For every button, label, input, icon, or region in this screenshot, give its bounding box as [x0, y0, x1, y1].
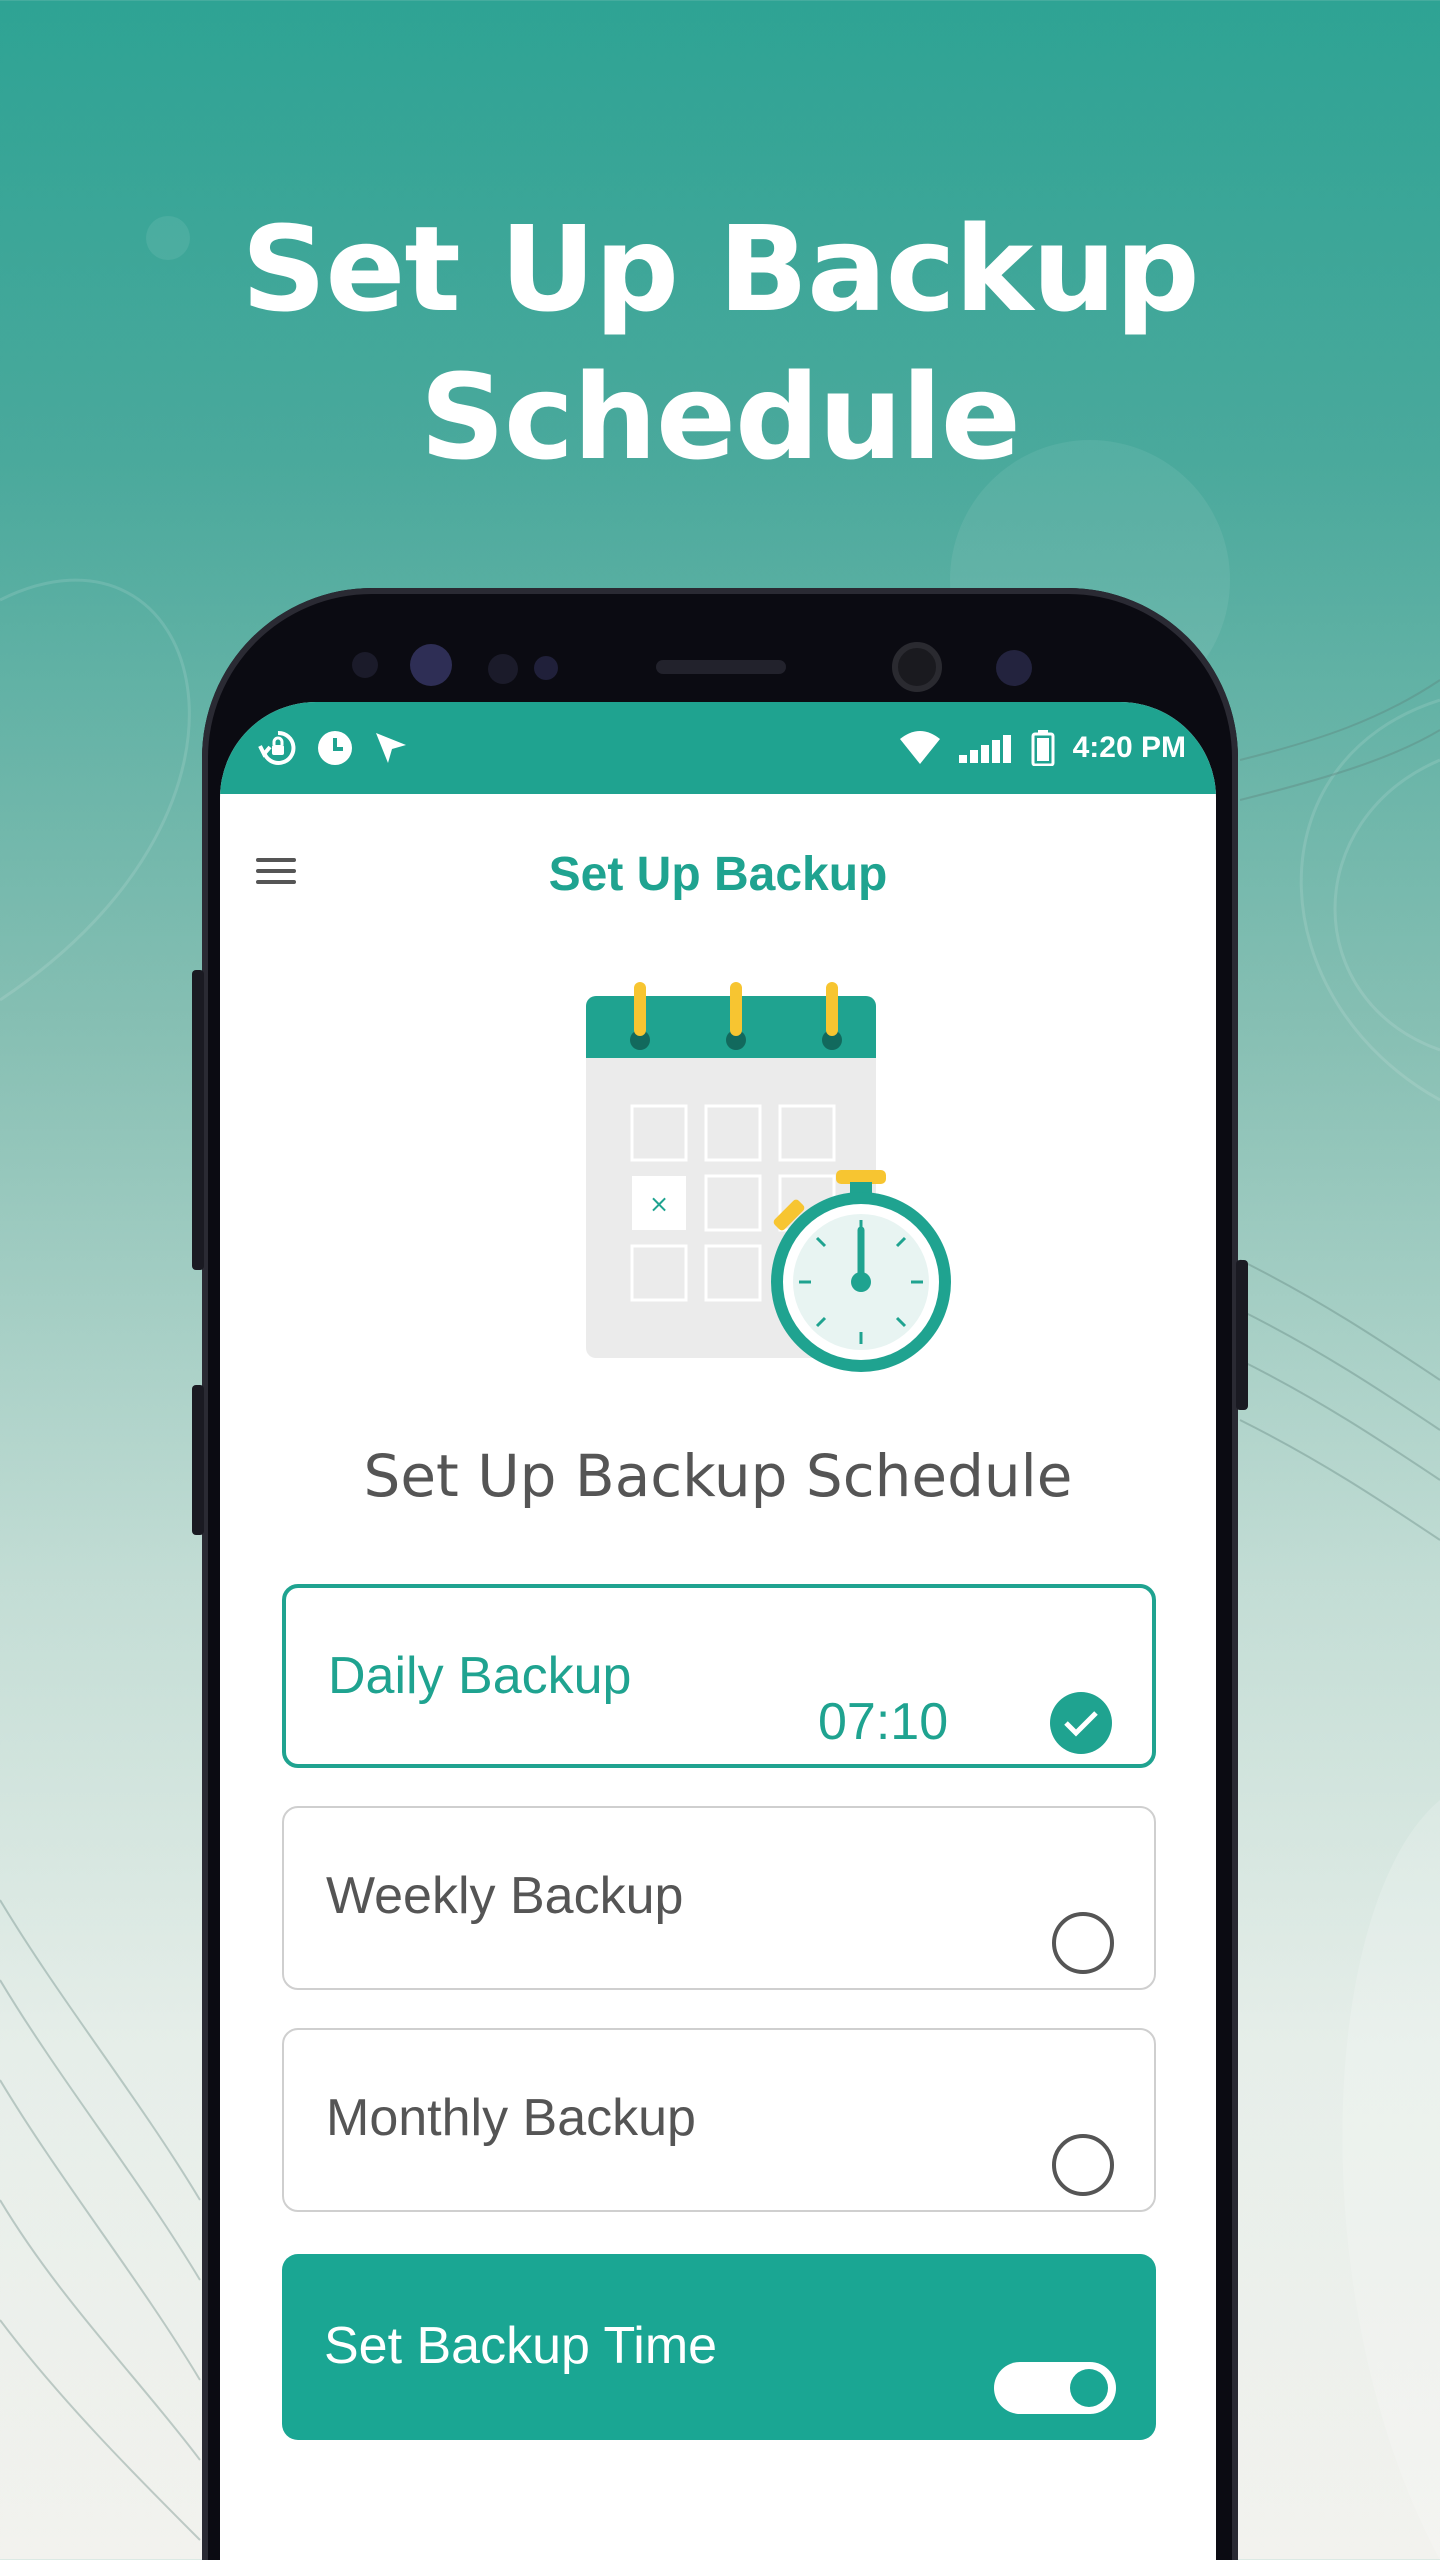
option-label: Weekly Backup — [326, 1867, 684, 1925]
set-backup-time-button[interactable]: Set Backup Time — [282, 2254, 1156, 2440]
clock-icon — [318, 731, 352, 765]
headline-line-2: Schedule — [420, 348, 1021, 486]
phone-screen: 4:20 PM Set Up Backup × Set Up Backup Sc… — [220, 702, 1216, 2560]
hamburger-menu-icon[interactable] — [256, 854, 296, 888]
app-bar: Set Up Backup — [220, 794, 1216, 954]
set-backup-time-label: Set Backup Time — [324, 2317, 718, 2375]
status-time: 4:20 PM — [1072, 731, 1186, 764]
backup-restore-icon — [258, 730, 296, 765]
page-headline: Set Up Backup Schedule — [0, 195, 1440, 491]
stopwatch-icon — [771, 1170, 951, 1372]
headline-line-1: Set Up Backup — [241, 200, 1199, 338]
sensor-dot — [352, 652, 378, 678]
monthly-backup-option[interactable]: Monthly Backup — [282, 2028, 1156, 2212]
check-circle-icon[interactable] — [1050, 1692, 1112, 1754]
status-bar: 4:20 PM — [220, 702, 1216, 794]
sensor-dot — [996, 650, 1032, 686]
front-camera — [892, 642, 942, 692]
location-arrow-icon — [376, 733, 406, 763]
weekly-backup-option[interactable]: Weekly Backup — [282, 1806, 1156, 1990]
calendar-mark: × — [649, 1190, 669, 1218]
backup-time-toggle[interactable] — [994, 2362, 1116, 2414]
battery-icon — [1031, 730, 1055, 766]
sensor-dot — [534, 656, 558, 680]
sensor-dot — [488, 654, 518, 684]
option-label: Daily Backup — [328, 1647, 632, 1705]
iris-scanner — [410, 644, 452, 686]
calendar-stopwatch-illustration: × — [586, 982, 951, 1372]
section-title: Set Up Backup Schedule — [363, 1442, 1073, 1510]
power-button — [1236, 1260, 1248, 1410]
volume-button — [192, 970, 204, 1270]
toggle-knob — [1070, 2369, 1108, 2407]
radio-button[interactable] — [1052, 2134, 1114, 2196]
daily-backup-option[interactable]: Daily Backup 07:10 — [282, 1584, 1156, 1768]
wifi-icon — [899, 731, 940, 764]
radio-button[interactable] — [1052, 1912, 1114, 1974]
earpiece-speaker — [656, 660, 786, 674]
bixby-button — [192, 1385, 204, 1535]
signal-icon — [958, 735, 1011, 763]
app-title: Set Up Backup — [548, 847, 888, 901]
option-label: Monthly Backup — [326, 2089, 696, 2147]
daily-backup-time[interactable]: 07:10 — [818, 1692, 948, 1752]
